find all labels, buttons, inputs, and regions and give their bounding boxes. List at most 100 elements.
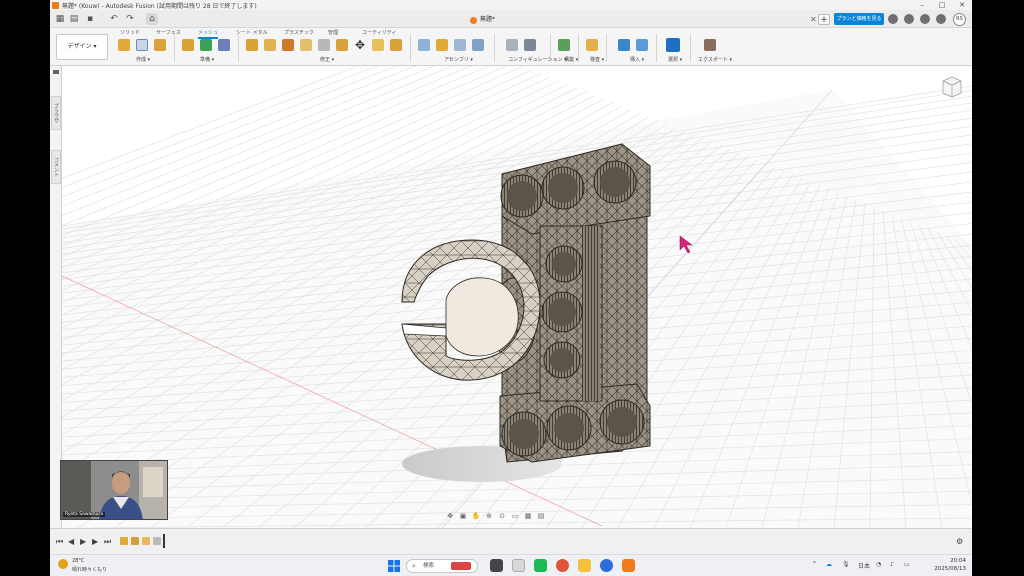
clock-date[interactable]: 2025/08/13 (930, 566, 966, 572)
group-create[interactable]: 作成 ▾ (136, 56, 150, 63)
timeline-feature-3[interactable] (142, 537, 150, 545)
viewcube[interactable] (940, 74, 964, 100)
timeline-feature-1[interactable] (120, 537, 128, 545)
group-inspect[interactable]: 検査 ▾ (590, 56, 604, 63)
mesh-create-icon[interactable] (118, 39, 130, 51)
weather-icon[interactable] (58, 559, 68, 569)
group-assemble[interactable]: アセンブリ ▾ (444, 56, 473, 63)
insert-canvas-icon[interactable] (636, 39, 648, 51)
line-app-icon[interactable] (534, 559, 547, 572)
group-construct[interactable]: 構築 ▾ (564, 56, 578, 63)
maximize-button[interactable]: □ (932, 0, 952, 10)
group-export[interactable]: エクスポート ▾ (698, 56, 732, 63)
minimize-button[interactable]: – (912, 0, 932, 10)
insert-derive-icon[interactable] (618, 39, 630, 51)
fit-icon[interactable]: ⊙ (497, 512, 507, 521)
grid-menu-icon[interactable]: ▦ (54, 13, 66, 25)
group-configuration[interactable]: コンフィギュレーション ▾ (508, 56, 567, 63)
job-status-icon[interactable] (904, 14, 914, 24)
speaker-icon[interactable]: ♪ (890, 561, 894, 568)
close-window-button[interactable]: ✕ (952, 0, 972, 10)
tab-mesh[interactable]: メッシュ (198, 29, 219, 39)
zoom-icon[interactable]: ⊕ (484, 512, 494, 521)
viewports-icon[interactable]: ▤ (536, 512, 546, 521)
group-insert[interactable]: 挿入 ▾ (630, 56, 644, 63)
extensions-icon[interactable] (888, 14, 898, 24)
help-icon[interactable] (936, 14, 946, 24)
tab-comments[interactable]: コメント (51, 150, 61, 184)
scale-icon[interactable] (372, 39, 384, 51)
task-view-icon[interactable] (490, 559, 503, 572)
tab-close-icon[interactable]: ✕ (810, 15, 817, 24)
timeline-last-icon[interactable]: ⏭ (104, 537, 111, 547)
tab-sheet-metal[interactable]: シート メタル (236, 29, 268, 36)
construct-plane-icon[interactable] (558, 39, 570, 51)
orbit-icon[interactable]: ✥ (445, 512, 455, 521)
tab-utilities[interactable]: ユーティリティ (362, 29, 396, 36)
select-icon[interactable] (666, 38, 680, 52)
joint-icon[interactable] (418, 39, 430, 51)
panel-toggle-icon[interactable] (53, 70, 59, 74)
display-settings-icon[interactable]: ▭ (510, 512, 520, 521)
timeline-play-icon[interactable]: ▶ (80, 537, 86, 546)
group-modify[interactable]: 修正 ▾ (320, 56, 334, 63)
home-icon[interactable]: ⌂ (146, 13, 158, 25)
tab-solid[interactable]: ソリッド (120, 29, 140, 36)
timeline-first-icon[interactable]: ⏮ (56, 537, 63, 547)
mesh-tessellate-icon[interactable] (154, 39, 166, 51)
tab-manage[interactable]: 管理 (328, 29, 338, 36)
notifications-icon[interactable] (920, 14, 930, 24)
config-table-icon[interactable] (524, 39, 536, 51)
tab-browser[interactable]: ブラウザ (51, 96, 61, 130)
repair-icon[interactable] (182, 39, 194, 51)
battery-icon[interactable]: ▭ (904, 561, 910, 568)
export-icon[interactable] (704, 39, 716, 51)
remesh-icon[interactable] (200, 39, 212, 51)
grid-settings-icon[interactable]: ▦ (523, 512, 533, 521)
file-icon[interactable]: ▤ (68, 13, 80, 25)
timeline-feature-4[interactable] (153, 537, 161, 545)
zoom-app-icon[interactable] (600, 559, 613, 572)
workspace-selector[interactable]: デザイン ▾ (56, 34, 108, 60)
save-icon[interactable]: ▪ (84, 13, 96, 25)
group-prepare[interactable]: 準備 ▾ (200, 56, 214, 63)
chrome-icon[interactable] (556, 559, 569, 572)
look-at-icon[interactable]: ▣ (458, 512, 468, 521)
configure-icon[interactable] (506, 39, 518, 51)
generate-faces-icon[interactable] (218, 39, 230, 51)
smooth-icon[interactable] (282, 39, 294, 51)
weather-desc[interactable]: 晴れ時々くもり (72, 566, 107, 573)
mesh-insert-icon[interactable] (136, 39, 148, 51)
plane-cut-icon[interactable] (246, 39, 258, 51)
timeline-settings-icon[interactable]: ⚙ (956, 537, 963, 546)
tray-chevron-icon[interactable]: ^ (812, 561, 817, 568)
file-explorer-icon[interactable] (578, 559, 591, 572)
document-tab[interactable]: 無題* (470, 14, 495, 26)
undo-icon[interactable]: ↶ (108, 13, 120, 25)
redo-icon[interactable]: ↷ (124, 13, 136, 25)
measure-icon[interactable] (586, 39, 598, 51)
timeline-next-icon[interactable]: ▶ (92, 537, 98, 546)
clock-time[interactable]: 20:04 (930, 558, 966, 564)
view-plans-button[interactable]: プランと価格を見る (834, 13, 884, 25)
pan-icon[interactable]: ✋ (471, 512, 481, 521)
new-tab-button[interactable]: + (818, 14, 830, 25)
convert-mesh-icon[interactable] (336, 39, 348, 51)
shell-icon[interactable] (300, 39, 312, 51)
group-select[interactable]: 選択 ▾ (668, 56, 682, 63)
3d-viewport[interactable] (62, 66, 972, 528)
user-avatar[interactable]: RS (953, 13, 966, 26)
onedrive-icon[interactable]: ☁ (826, 561, 832, 568)
move-copy-icon[interactable]: ✥ (354, 39, 366, 51)
combine-icon[interactable] (318, 39, 330, 51)
ime-label[interactable]: 日本 (858, 561, 870, 570)
tab-surface[interactable]: サーフェス (156, 29, 181, 36)
separate-icon[interactable] (390, 39, 402, 51)
tab-plastic[interactable]: プラスチック (284, 29, 314, 36)
timeline-marker[interactable] (163, 534, 165, 548)
wifi-icon[interactable]: ◔ (876, 561, 881, 568)
fusion-taskbar-icon[interactable] (622, 559, 635, 572)
weather-temp[interactable]: 28°C (72, 558, 84, 564)
taskbar-search-input[interactable]: ⌕ 検索 (406, 559, 478, 573)
mic-icon[interactable]: 🎙 (842, 561, 850, 568)
